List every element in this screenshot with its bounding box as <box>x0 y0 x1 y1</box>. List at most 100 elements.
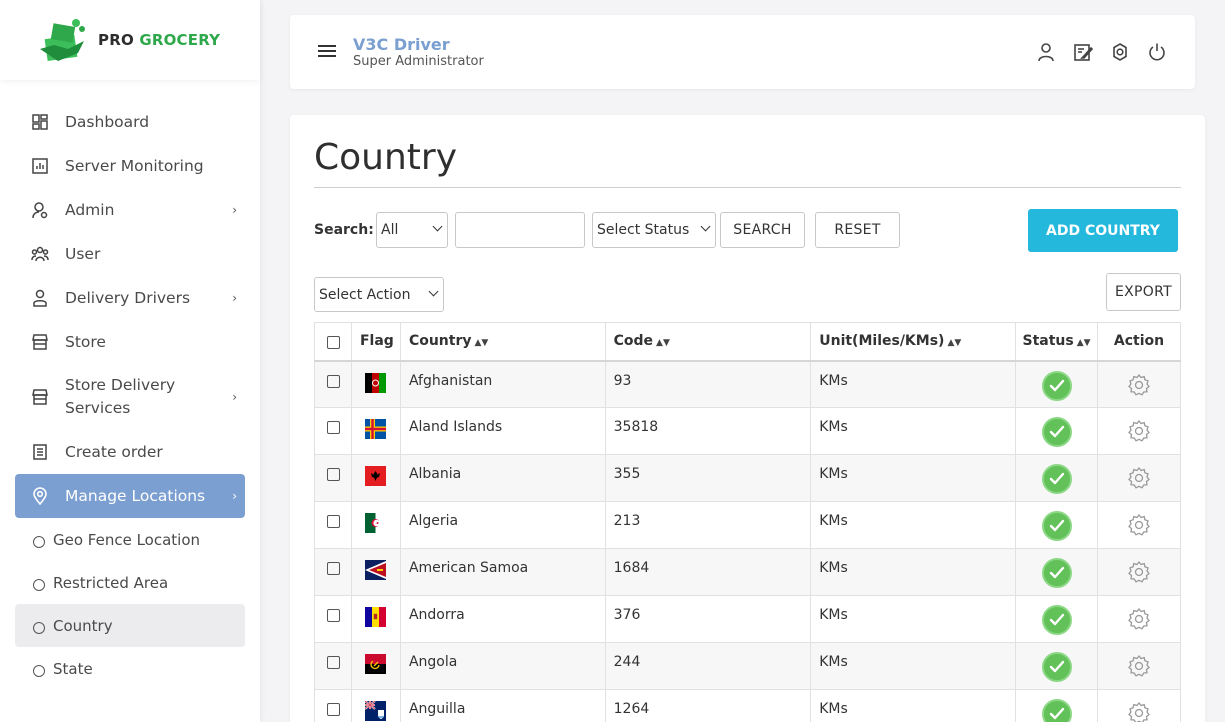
grocery-logo-icon <box>40 19 85 61</box>
col-code[interactable]: Code ▲▼ <box>604 322 812 362</box>
status-cell <box>1015 689 1099 722</box>
sidebar-item-dashboard[interactable]: Dashboard <box>15 104 245 140</box>
gear-icon[interactable] <box>1127 701 1151 722</box>
sidebar-item-label: Delivery Drivers <box>65 289 191 307</box>
table-row: American Samoa 1684 KMs <box>314 548 1181 596</box>
select-value: Select Action <box>319 286 411 303</box>
status-cell <box>1015 407 1099 455</box>
status-active-icon[interactable] <box>1041 370 1072 401</box>
chevron-right-icon: › <box>232 489 237 503</box>
row-checkbox[interactable] <box>327 656 340 669</box>
status-active-icon[interactable] <box>1041 699 1072 722</box>
sidebar-item-user[interactable]: User <box>15 236 245 272</box>
gear-icon[interactable] <box>1127 466 1151 490</box>
chevron-down-icon <box>428 286 439 297</box>
country-cell: Angola <box>399 642 606 690</box>
flag-albania-icon <box>364 466 386 486</box>
col-country[interactable]: Country ▲▼ <box>399 322 606 362</box>
driver-icon <box>30 288 50 308</box>
column-label: Action <box>1113 333 1165 350</box>
edit-icon[interactable] <box>1073 42 1093 62</box>
country-cell: Algeria <box>399 501 606 549</box>
row-checkbox[interactable] <box>327 374 340 388</box>
sidebar-subitem-state[interactable]: State <box>15 649 245 689</box>
gear-icon[interactable] <box>1127 513 1151 537</box>
country-cell: Anguilla <box>399 689 606 722</box>
status-active-icon[interactable] <box>1041 558 1072 588</box>
power-icon[interactable] <box>1147 42 1167 62</box>
country-table: Flag Country ▲▼ Code ▲▼ Unit(Miles/KMs) ▲▼ … <box>314 322 1181 722</box>
table-header-row: Flag Country ▲▼ Code ▲▼ Unit(Miles/KMs) ▲▼ … <box>314 322 1181 362</box>
gear-icon[interactable] <box>1127 654 1151 678</box>
row-checkbox[interactable] <box>327 515 340 528</box>
status-active-icon[interactable] <box>1041 605 1072 635</box>
menu-icon[interactable] <box>318 45 336 60</box>
action-select[interactable]: Select Action <box>314 277 444 312</box>
search-field-select[interactable]: All <box>376 212 448 248</box>
row-checkbox[interactable] <box>327 468 340 481</box>
unit-cell: KMs <box>810 548 1017 596</box>
sidebar-item-manage-locations[interactable]: Manage Locations › <box>15 474 245 518</box>
user-icon[interactable] <box>1036 42 1056 62</box>
settings-icon[interactable] <box>1110 42 1130 62</box>
status-select[interactable]: Select Status <box>592 212 716 248</box>
unit-cell: KMs <box>810 689 1017 722</box>
flag-angola-icon <box>364 654 386 674</box>
gear-icon[interactable] <box>1127 373 1151 397</box>
sidebar-subitem-geo-fence-location[interactable]: Geo Fence Location <box>15 520 245 560</box>
sidebar-item-create-order[interactable]: Create order <box>15 434 245 470</box>
sidebar-item-server-monitoring[interactable]: Server Monitoring <box>15 148 245 184</box>
flag-andorra-icon <box>364 607 386 627</box>
status-cell <box>1015 548 1099 596</box>
sidebar-subitem-restricted-area[interactable]: Restricted Area <box>15 563 245 603</box>
brand-name: PRO GROCERY <box>98 31 220 49</box>
sidebar-item-store-delivery-services[interactable]: Store Delivery Services › <box>15 370 245 424</box>
col-unit[interactable]: Unit(Miles/KMs) ▲▼ <box>810 322 1017 362</box>
unit-cell: KMs <box>810 407 1017 455</box>
select-all-checkbox[interactable] <box>327 335 340 349</box>
sidebar-subitem-country[interactable]: Country <box>15 604 245 647</box>
sidebar-item-label: Country <box>53 616 113 635</box>
search-button[interactable]: SEARCH <box>720 212 805 248</box>
status-active-icon[interactable] <box>1041 417 1072 447</box>
gear-icon[interactable] <box>1127 419 1151 443</box>
sort-icon: ▲▼ <box>947 338 962 349</box>
status-active-icon[interactable] <box>1041 511 1072 541</box>
table-row: Angola 244 KMs <box>314 642 1181 690</box>
reset-button[interactable]: RESET <box>815 212 900 248</box>
col-status[interactable]: Status ▲▼ <box>1015 322 1099 362</box>
flag-cell <box>350 548 401 596</box>
chevron-down-icon <box>700 221 711 232</box>
flag-cell <box>350 689 401 722</box>
unit-cell: KMs <box>810 454 1017 502</box>
row-checkbox[interactable] <box>327 421 340 434</box>
status-cell <box>1015 501 1099 549</box>
row-checkbox[interactable] <box>327 609 340 622</box>
sort-icon: ▲▼ <box>474 338 489 349</box>
sidebar-item-store[interactable]: Store <box>15 324 245 360</box>
search-input[interactable] <box>455 212 585 248</box>
row-checkbox[interactable] <box>327 703 340 716</box>
code-cell: 93 <box>604 360 812 408</box>
flag-cell <box>350 454 401 502</box>
gear-icon[interactable] <box>1127 560 1151 584</box>
store-icon <box>30 387 50 407</box>
code-cell: 35818 <box>604 407 812 455</box>
sidebar-item-label: Manage Locations <box>65 487 206 505</box>
row-checkbox[interactable] <box>327 562 340 575</box>
sidebar-item-admin[interactable]: Admin › <box>15 192 245 228</box>
flag-cell <box>350 407 401 455</box>
export-button[interactable]: EXPORT <box>1106 273 1181 311</box>
column-label: Country <box>408 333 472 350</box>
status-active-icon[interactable] <box>1041 652 1072 682</box>
brand-grocery: GROCERY <box>139 31 221 49</box>
status-active-icon[interactable] <box>1041 464 1072 494</box>
action-cell <box>1097 642 1181 690</box>
country-panel: Country Search: All Select Status SEARCH… <box>290 115 1205 722</box>
gear-icon[interactable] <box>1127 607 1151 631</box>
unit-cell: KMs <box>810 360 1017 408</box>
add-country-button[interactable]: ADD COUNTRY <box>1028 209 1178 252</box>
sidebar-item-delivery-drivers[interactable]: Delivery Drivers › <box>15 280 245 316</box>
unit-cell: KMs <box>810 501 1017 549</box>
logo[interactable]: PRO GROCERY <box>0 0 260 80</box>
